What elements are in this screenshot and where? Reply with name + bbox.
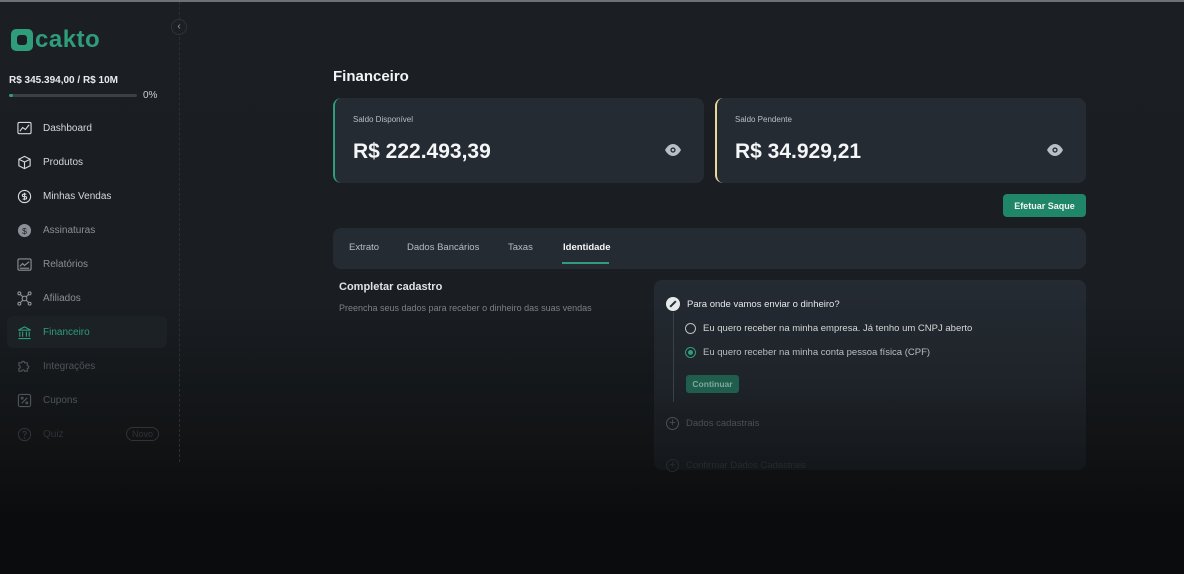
sidebar-item-label: Quiz <box>43 428 64 440</box>
revenue-progress-label: 0% <box>143 90 158 101</box>
radio-button[interactable] <box>685 323 696 334</box>
sidebar-item-label: Produtos <box>43 156 84 168</box>
available-balance-label: Saldo Disponível <box>353 115 414 124</box>
bank-icon <box>18 325 31 339</box>
sidebar-item-relatorios[interactable]: Relatórios <box>7 248 167 280</box>
tab-taxas[interactable]: Taxas <box>508 242 533 253</box>
available-balance-card: Saldo Disponível R$ 222.493,39 <box>333 98 704 183</box>
plus-circle-icon: + <box>666 417 679 430</box>
new-badge: Novo <box>125 427 159 441</box>
logo-mark-icon <box>11 29 33 51</box>
step-3-header[interactable]: + Confirmar Dados Cadastrais <box>666 459 806 472</box>
step-1-header: Para onde vamos enviar o dinheiro? <box>666 297 840 311</box>
step-2-label: Dados cadastrais <box>686 418 760 429</box>
plus-circle-icon: + <box>666 459 679 472</box>
sidebar-item-quiz[interactable]: Quiz Novo <box>7 418 167 450</box>
collapse-sidebar-button[interactable]: ‹ <box>171 19 187 35</box>
coin-icon: $ <box>17 223 32 237</box>
logo-text: cakto <box>35 26 101 53</box>
puzzle-icon <box>18 360 30 372</box>
sidebar-item-assinaturas[interactable]: $ Assinaturas <box>7 214 167 246</box>
percent-icon <box>17 393 32 407</box>
sidebar-item-label: Relatórios <box>43 258 89 270</box>
section-title: Completar cadastro <box>339 281 443 293</box>
revenue-progress-fill <box>9 94 14 97</box>
question-icon <box>17 427 32 441</box>
sidebar-item-produtos[interactable]: Produtos <box>7 146 167 178</box>
option-cpf[interactable]: Eu quero receber na minha conta pessoa f… <box>685 347 930 358</box>
eye-icon[interactable] <box>664 143 682 157</box>
step-1-question: Para onde vamos enviar o dinheiro? <box>687 298 840 310</box>
pending-balance-label: Saldo Pendente <box>735 115 792 124</box>
option-cnpj[interactable]: Eu quero receber na minha empresa. Já te… <box>685 323 972 334</box>
continue-button[interactable]: Continuar <box>686 375 739 393</box>
step-2-header[interactable]: + Dados cadastrais <box>666 417 759 430</box>
available-balance-value: R$ 222.493,39 <box>353 140 491 163</box>
sidebar-item-financeiro[interactable]: Financeiro <box>7 316 167 348</box>
eye-icon[interactable] <box>1046 143 1064 157</box>
sidebar-item-dashboard[interactable]: Dashboard <box>7 112 167 144</box>
sidebar-item-label: Minhas Vendas <box>43 190 112 202</box>
sidebar-item-minhas-vendas[interactable]: Minhas Vendas <box>7 180 167 212</box>
sidebar-item-afiliados[interactable]: Afiliados <box>7 282 167 314</box>
svg-text:$: $ <box>22 225 27 235</box>
sidebar-item-label: Financeiro <box>43 326 90 338</box>
revenue-progress-bar <box>9 94 137 97</box>
sidebar: cakto R$ 345.394,00 / R$ 10M 0% Dashboar… <box>0 2 180 574</box>
logo: cakto <box>11 26 100 54</box>
section-subtitle: Preencha seus dados para receber o dinhe… <box>339 303 592 313</box>
sidebar-divider <box>179 2 180 462</box>
sidebar-item-label: Assinaturas <box>43 224 96 236</box>
withdraw-button[interactable]: Efetuar Saque <box>1003 194 1086 217</box>
pending-balance-card: Saldo Pendente R$ 34.929,21 <box>715 98 1086 183</box>
sidebar-item-label: Cupons <box>43 394 78 406</box>
radio-button-selected[interactable] <box>685 347 696 358</box>
pending-balance-value: R$ 34.929,21 <box>735 140 862 163</box>
tab-bar: Extrato Dados Bancários Taxas Identidade <box>333 228 1086 269</box>
pencil-icon <box>666 297 680 311</box>
tab-identidade[interactable]: Identidade <box>563 242 611 253</box>
tab-dados-bancarios[interactable]: Dados Bancários <box>407 242 479 253</box>
sidebar-nav: Dashboard Produtos Minhas Vendas $ Assin… <box>7 112 167 452</box>
option-label: Eu quero receber na minha conta pessoa f… <box>703 347 931 358</box>
box-icon <box>18 155 31 169</box>
sidebar-item-integracoes[interactable]: Integrações <box>7 350 167 382</box>
chart-line-icon <box>17 121 32 134</box>
dollar-circle-icon <box>17 189 32 203</box>
network-icon <box>17 290 32 306</box>
sidebar-item-label: Dashboard <box>43 122 92 134</box>
report-icon <box>17 257 32 271</box>
active-tab-indicator <box>562 262 609 264</box>
sidebar-item-cupons[interactable]: Cupons <box>7 384 167 416</box>
option-label: Eu quero receber na minha empresa. Já te… <box>703 323 973 334</box>
step-3-label: Confirmar Dados Cadastrais <box>686 460 806 471</box>
tab-extrato[interactable]: Extrato <box>349 242 379 253</box>
page-title: Financeiro <box>333 68 409 85</box>
step-connector <box>673 312 674 402</box>
revenue-goal: R$ 345.394,00 / R$ 10M <box>9 75 118 86</box>
sidebar-item-label: Integrações <box>43 360 96 372</box>
sidebar-item-label: Afiliados <box>43 292 81 304</box>
